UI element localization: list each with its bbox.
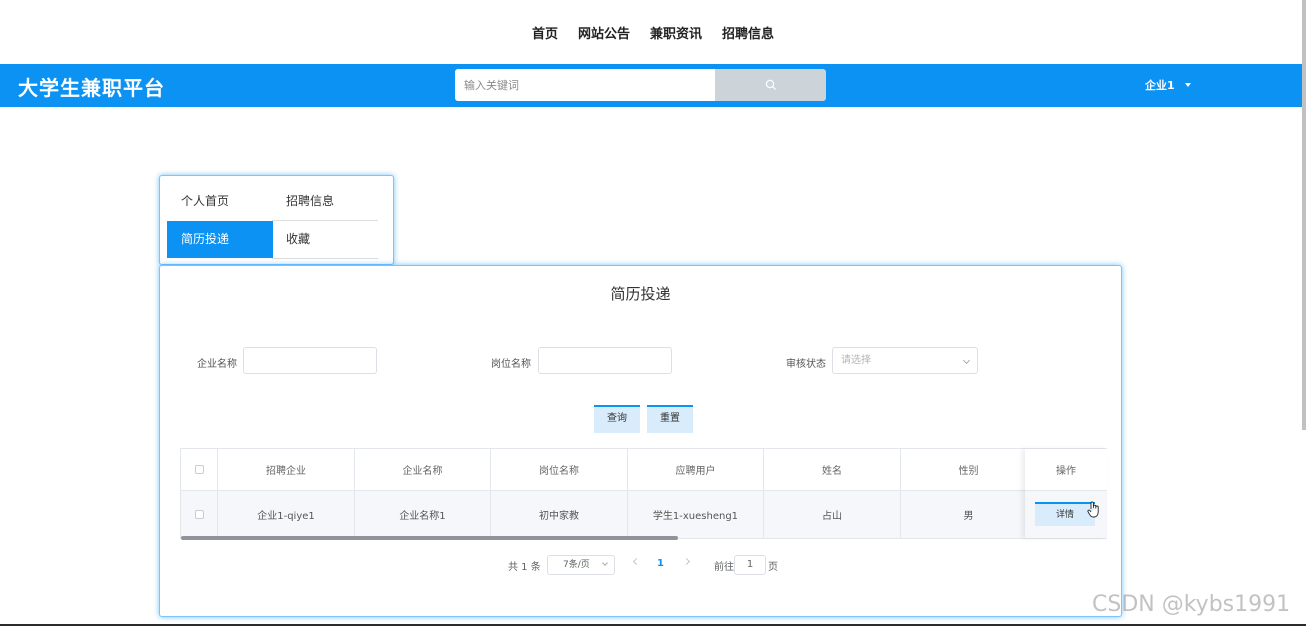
cell-company: 企业名称1 bbox=[355, 491, 491, 538]
page-suffix-label: 页 bbox=[768, 562, 778, 573]
chevron-down-icon bbox=[602, 560, 608, 566]
table-horizontal-scrollbar[interactable] bbox=[181, 536, 678, 540]
header-name: 姓名 bbox=[764, 449, 901, 490]
header-company: 企业名称 bbox=[355, 449, 491, 490]
top-nav: 首页 网站公告 兼职资讯 招聘信息 bbox=[0, 0, 1306, 64]
cell-gender: 男 bbox=[901, 491, 1037, 538]
page-size-value: 7条/页 bbox=[563, 560, 590, 570]
prev-page-icon[interactable] bbox=[632, 557, 641, 566]
search-icon bbox=[765, 79, 776, 91]
page-number-current[interactable]: 1 bbox=[657, 558, 664, 569]
row-checkbox-cell bbox=[181, 491, 218, 538]
cell-position: 初中家教 bbox=[491, 491, 628, 538]
menu-item-home[interactable]: 个人首页 bbox=[167, 183, 273, 220]
resume-delivery-panel: 简历投递 企业名称 岗位名称 审核状态 请选择 查询 重置 招聘企业 企业名称 … bbox=[159, 265, 1122, 617]
nav-parttime-news[interactable]: 兼职资讯 bbox=[650, 23, 702, 42]
cell-name: 占山 bbox=[764, 491, 901, 538]
page: 首页 网站公告 兼职资讯 招聘信息 大学生兼职平台 企业1 个人首页 招聘信息 … bbox=[0, 0, 1306, 626]
menu-divider bbox=[272, 258, 378, 259]
search-input[interactable] bbox=[455, 69, 715, 101]
page-vertical-scrollbar[interactable] bbox=[1302, 0, 1306, 430]
detail-button[interactable]: 详情 bbox=[1035, 502, 1095, 526]
review-status-label: 审核状态 bbox=[786, 359, 826, 370]
header-recruiter: 招聘企业 bbox=[218, 449, 355, 490]
header-operation: 操作 bbox=[1025, 449, 1107, 491]
header-position: 岗位名称 bbox=[491, 449, 628, 490]
panel-title: 简历投递 bbox=[610, 285, 671, 303]
header-bar: 大学生兼职平台 企业1 bbox=[0, 64, 1302, 107]
menu-item-favorites[interactable]: 收藏 bbox=[272, 221, 378, 258]
position-name-input[interactable] bbox=[538, 347, 672, 374]
review-status-select[interactable]: 请选择 bbox=[832, 347, 978, 374]
table-header-row: 招聘企业 企业名称 岗位名称 应聘用户 姓名 性别 bbox=[181, 449, 1106, 491]
hand-cursor-icon bbox=[1087, 501, 1099, 518]
row-checkbox[interactable] bbox=[194, 510, 204, 519]
position-name-label: 岗位名称 bbox=[491, 359, 531, 370]
reset-button[interactable]: 重置 bbox=[647, 405, 693, 433]
goto-label: 前往 bbox=[714, 562, 734, 573]
header-checkbox-cell bbox=[181, 449, 218, 490]
page-size-select[interactable]: 7条/页 bbox=[547, 555, 615, 575]
next-page-icon[interactable] bbox=[682, 557, 691, 566]
pagination-total: 共 1 条 bbox=[508, 562, 541, 573]
operation-column: 操作 详情 bbox=[1025, 449, 1107, 538]
review-status-placeholder: 请选择 bbox=[841, 355, 871, 366]
caret-down-icon bbox=[1184, 83, 1191, 87]
menu-item-recruitment[interactable]: 招聘信息 bbox=[272, 183, 378, 220]
header-gender: 性别 bbox=[901, 449, 1037, 490]
search-button[interactable] bbox=[715, 69, 826, 101]
goto-page-input[interactable]: 1 bbox=[734, 555, 766, 575]
cell-applicant: 学生1-xuesheng1 bbox=[628, 491, 764, 538]
company-name-input[interactable] bbox=[243, 347, 377, 374]
query-button[interactable]: 查询 bbox=[594, 405, 640, 433]
operation-cell: 详情 bbox=[1025, 491, 1107, 538]
header-applicant: 应聘用户 bbox=[628, 449, 764, 490]
cell-recruiter: 企业1-qiye1 bbox=[218, 491, 355, 538]
results-table: 招聘企业 企业名称 岗位名称 应聘用户 姓名 性别 企业1-qiye1 企业名称… bbox=[180, 448, 1107, 540]
side-menu: 个人首页 招聘信息 简历投递 收藏 bbox=[159, 175, 394, 265]
nav-home[interactable]: 首页 bbox=[532, 23, 558, 42]
site-logo-title: 大学生兼职平台 bbox=[18, 76, 165, 100]
nav-announcements[interactable]: 网站公告 bbox=[578, 23, 630, 42]
table-row: 企业1-qiye1 企业名称1 初中家教 学生1-xuesheng1 占山 男 bbox=[181, 491, 1106, 538]
company-name-label: 企业名称 bbox=[197, 359, 237, 370]
menu-item-resume-delivery[interactable]: 简历投递 bbox=[167, 221, 273, 258]
user-name: 企业1 bbox=[1145, 79, 1175, 92]
select-all-checkbox[interactable] bbox=[194, 465, 204, 474]
watermark: CSDN @kybs1991 bbox=[1092, 592, 1291, 617]
chevron-down-icon bbox=[962, 356, 971, 365]
nav-recruitment-info[interactable]: 招聘信息 bbox=[722, 23, 774, 42]
user-menu[interactable]: 企业1 bbox=[1145, 77, 1191, 93]
